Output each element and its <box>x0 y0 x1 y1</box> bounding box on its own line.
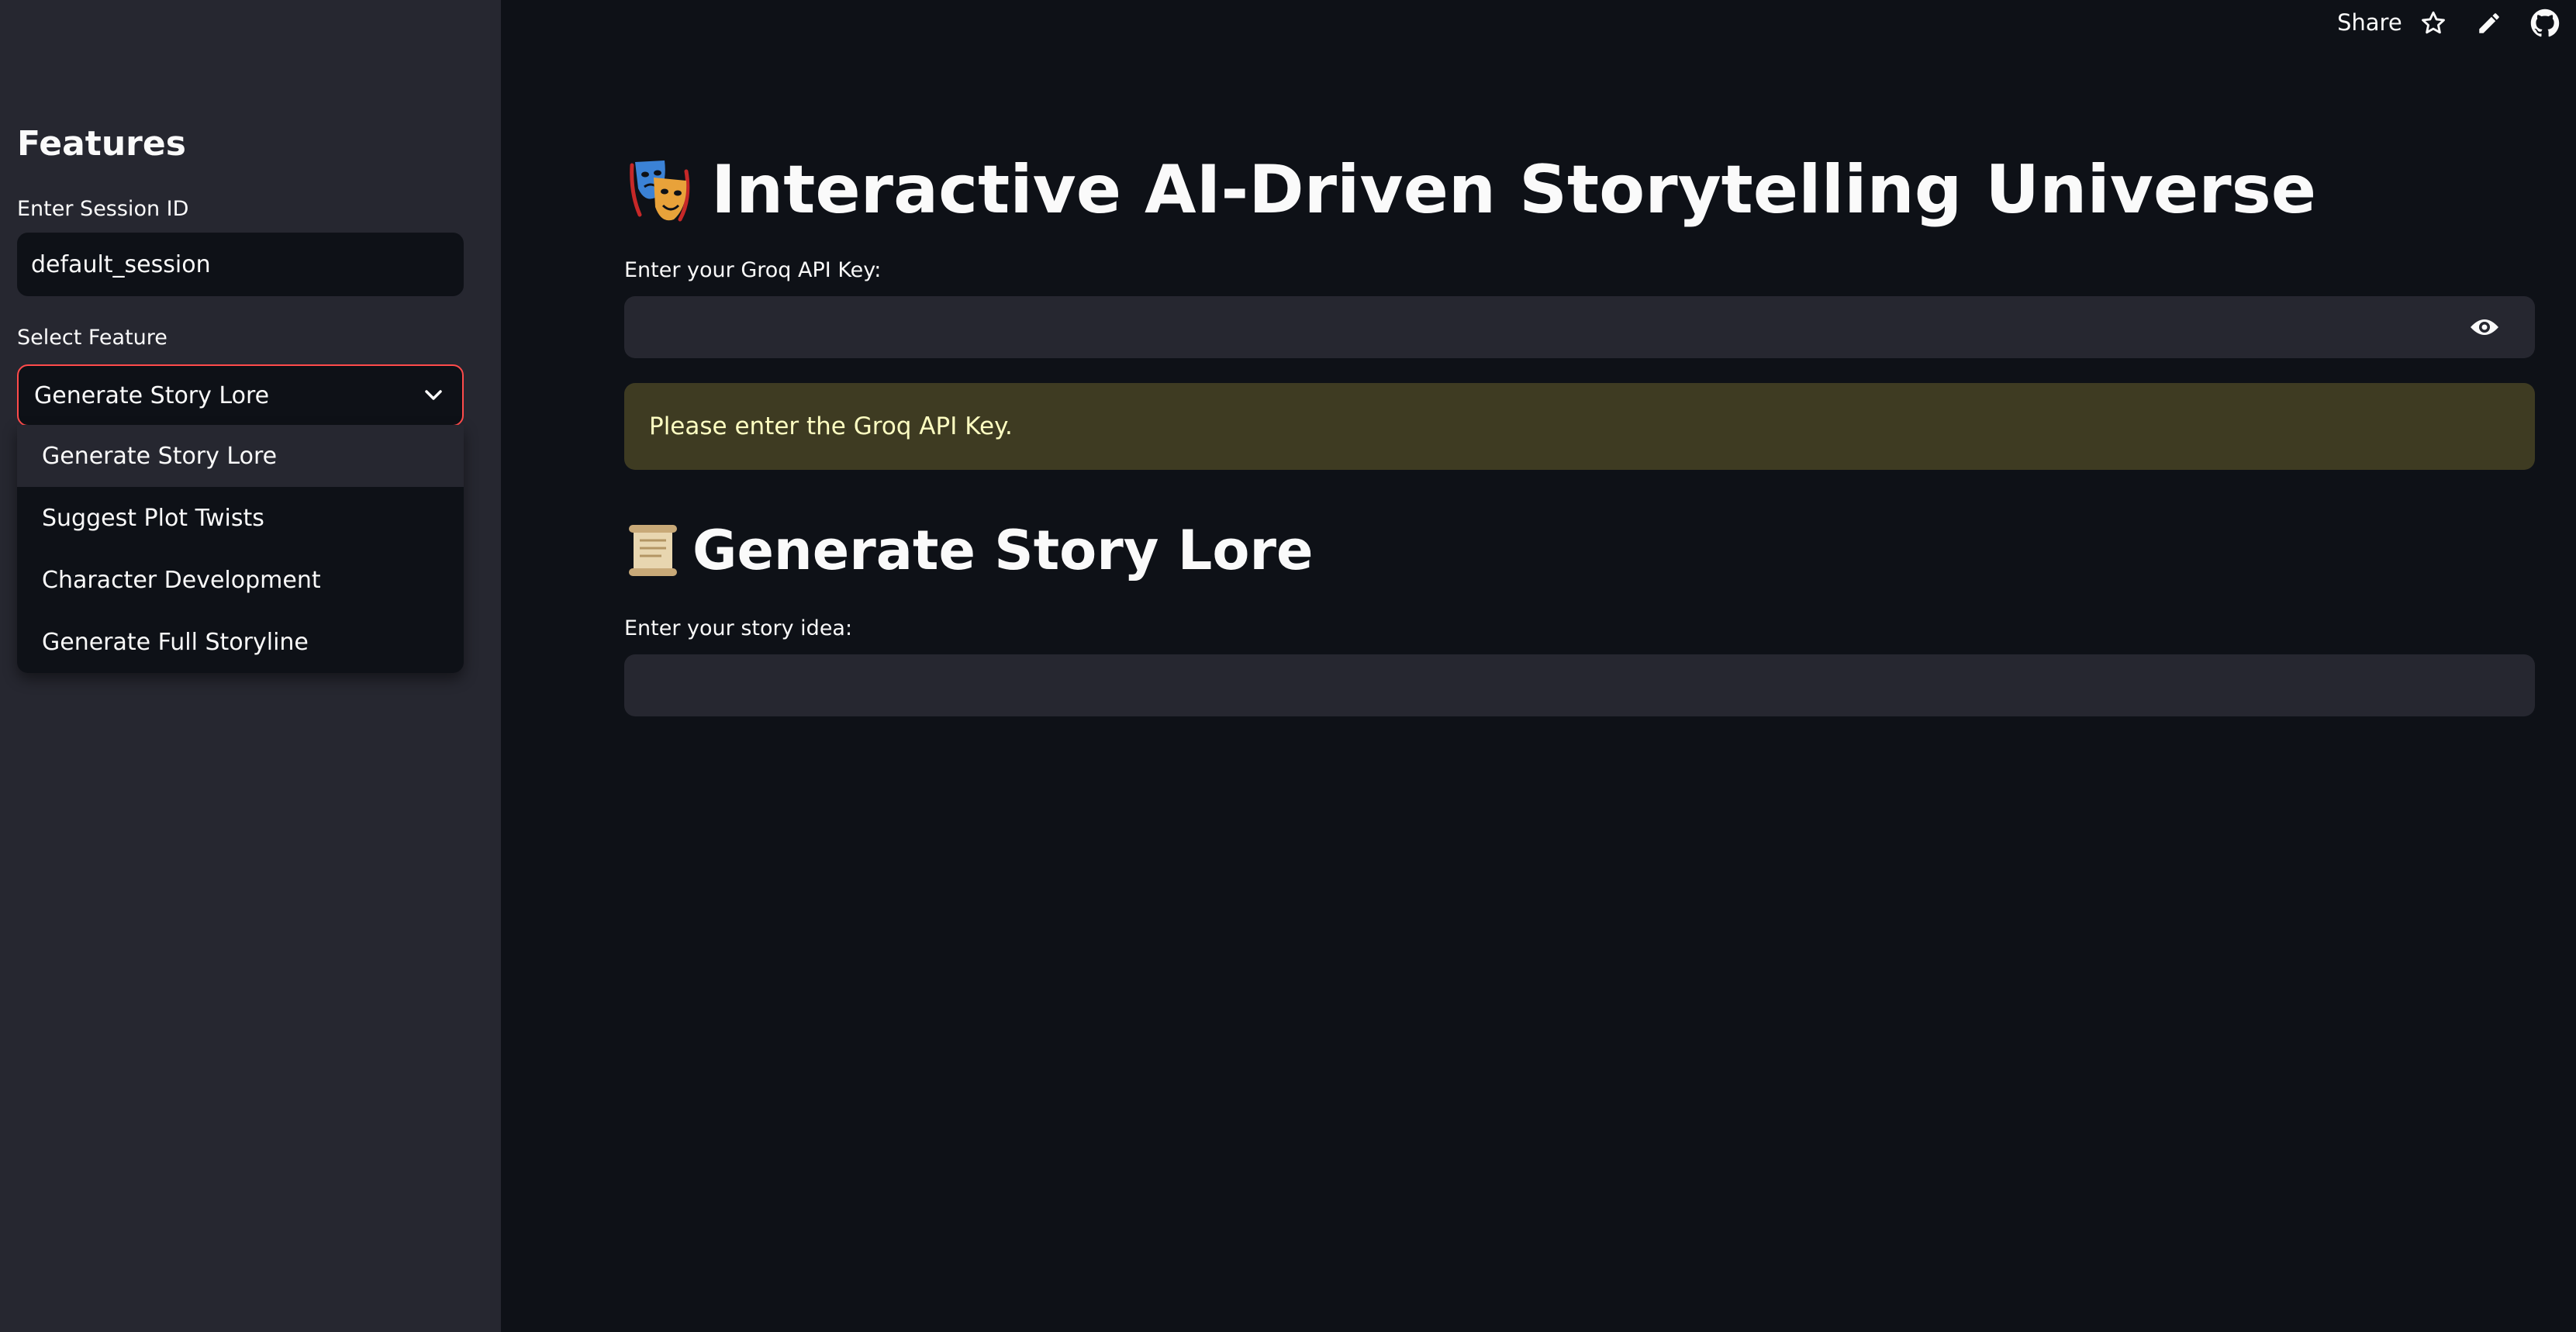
warning-text: Please enter the Groq API Key. <box>649 412 1013 440</box>
show-password-eye-icon[interactable] <box>2467 312 2502 343</box>
api-key-label: Enter your Groq API Key: <box>624 258 882 282</box>
chevron-down-icon <box>420 382 447 409</box>
api-key-input[interactable] <box>624 296 2535 358</box>
feature-select[interactable]: Generate Story Lore <box>17 364 464 426</box>
feature-dropdown-menu: Generate Story Lore Suggest Plot Twists … <box>17 425 464 673</box>
dropdown-option-suggest-plot-twists[interactable]: Suggest Plot Twists <box>17 487 464 549</box>
dropdown-option-generate-story-lore[interactable]: Generate Story Lore <box>17 425 464 487</box>
github-icon[interactable] <box>2529 8 2560 39</box>
feature-select-value: Generate Story Lore <box>34 381 270 409</box>
page-title-text: Interactive AI-Driven Storytelling Unive… <box>711 151 2317 229</box>
dropdown-option-generate-full-storyline[interactable]: Generate Full Storyline <box>17 611 464 673</box>
dropdown-option-character-development[interactable]: Character Development <box>17 549 464 611</box>
story-idea-input[interactable] <box>624 654 2535 716</box>
performing-arts-masks-icon <box>624 154 696 226</box>
scroll-icon <box>624 522 682 579</box>
sidebar-title: Features <box>17 124 186 164</box>
session-id-input[interactable] <box>17 233 464 296</box>
section-title: Generate Story Lore <box>624 512 1314 589</box>
select-feature-label: Select Feature <box>17 326 167 350</box>
sidebar: Features Enter Session ID Select Feature… <box>0 0 501 1332</box>
share-button[interactable]: Share <box>2337 6 2402 39</box>
star-icon[interactable] <box>2418 8 2449 39</box>
page-title: Interactive AI-Driven Storytelling Unive… <box>624 147 2316 233</box>
session-id-label: Enter Session ID <box>17 197 189 221</box>
story-idea-label: Enter your story idea: <box>624 616 853 640</box>
section-title-text: Generate Story Lore <box>692 519 1314 582</box>
edit-pencil-icon[interactable] <box>2474 8 2505 39</box>
warning-alert: Please enter the Groq API Key. <box>624 383 2535 470</box>
